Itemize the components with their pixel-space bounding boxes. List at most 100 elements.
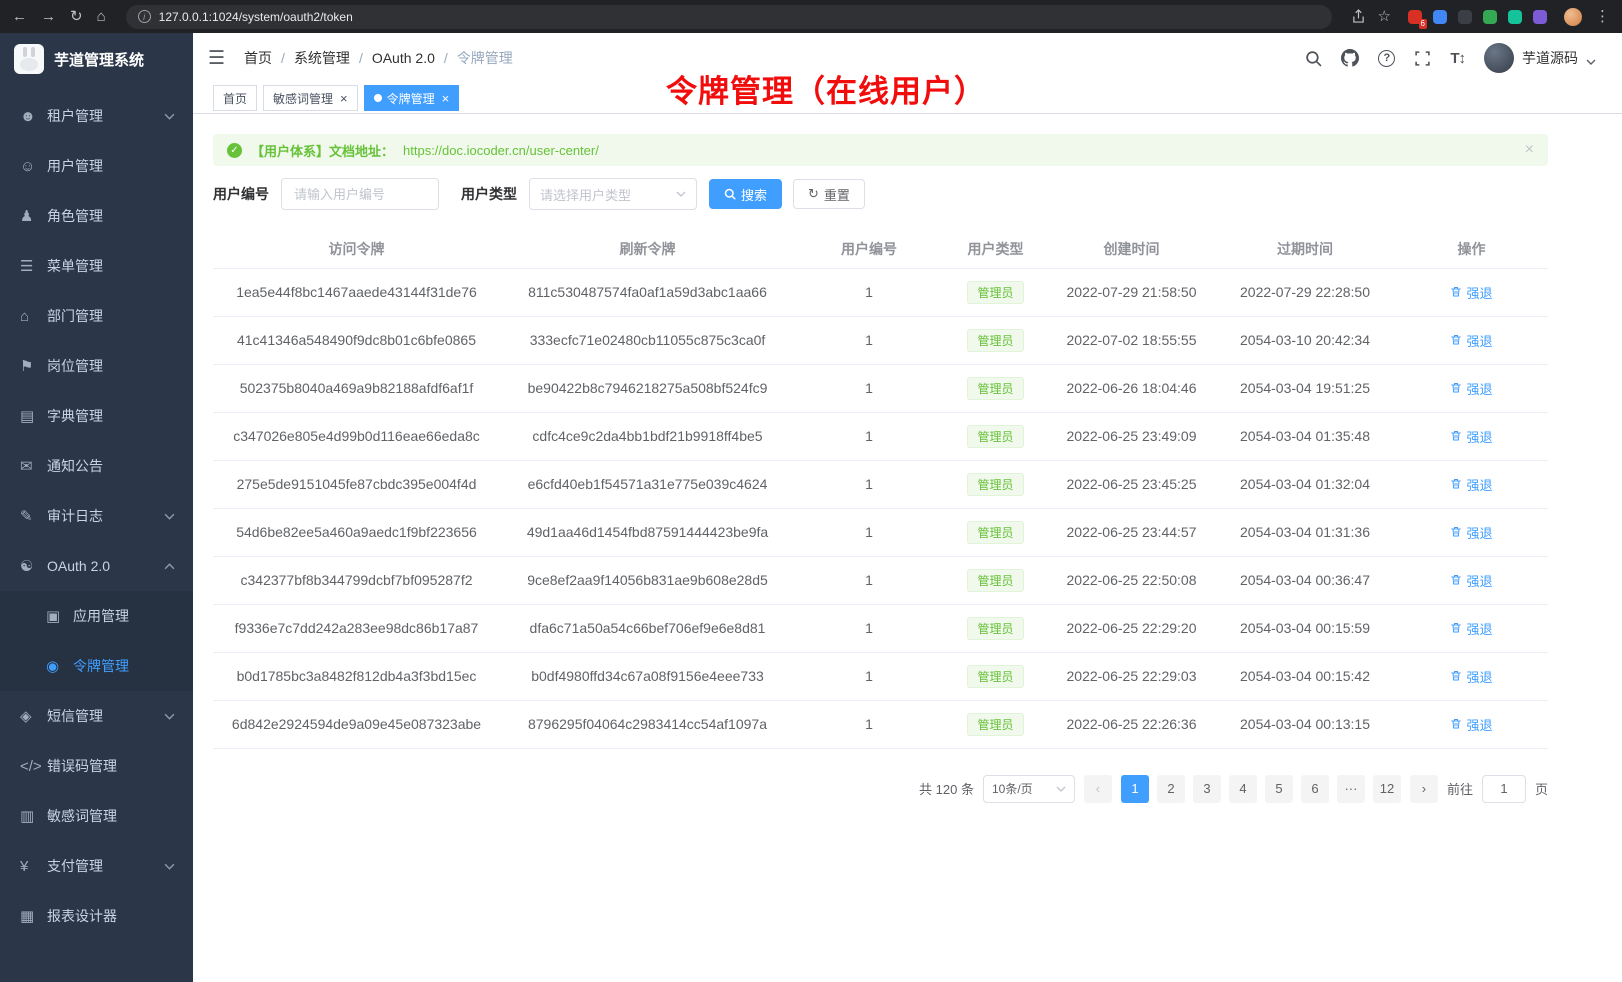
sidebar-collapse-icon[interactable]: ☰ [208,47,225,70]
sidebar-item-sensitive[interactable]: ▥ 敏感词管理 [0,791,193,841]
fullscreen-icon[interactable] [1414,50,1431,67]
create-time-cell: 2022-06-25 22:29:20 [1048,604,1215,652]
expire-time-cell: 2054-03-04 01:32:04 [1215,460,1395,508]
sidebar-item-tenant[interactable]: ☻ 租户管理 [0,91,193,141]
sidebar-item-audit[interactable]: ✎ 审计日志 [0,491,193,541]
force-logout-button[interactable]: 强退 [1450,283,1492,302]
browser-profile-avatar[interactable] [1564,8,1582,26]
pager-page-3[interactable]: 3 [1193,775,1221,803]
tab-close-icon[interactable]: × [340,91,348,106]
sidebar-item-sms[interactable]: ◈ 短信管理 [0,691,193,741]
goto-input[interactable] [1482,775,1526,803]
tab-home[interactable]: 首页 [213,85,257,111]
pager-page-12[interactable]: 12 [1373,775,1401,803]
force-logout-button[interactable]: 强退 [1450,427,1492,446]
breadcrumb-item[interactable]: 系统管理 / [294,48,372,68]
user-type-badge: 管理员 [967,425,1023,448]
reload-icon[interactable]: ↻ [70,9,83,24]
site-info-icon[interactable]: i [138,10,151,23]
font-size-icon[interactable]: T↕ [1450,50,1465,67]
extension-blue-icon[interactable] [1433,10,1447,24]
share-icon[interactable] [1352,9,1365,24]
user-type-select[interactable]: 请选择用户类型 [529,178,697,210]
page-size-select[interactable]: 10条/页 [983,775,1075,803]
goto-label: 前往 [1447,779,1473,798]
user-type-badge: 管理员 [967,617,1023,640]
pager-page-5[interactable]: 5 [1265,775,1293,803]
alert-close-icon[interactable]: × [1525,141,1534,159]
url-bar[interactable]: i 127.0.0.1:1024/system/oauth2/token [126,5,1332,29]
sidebar-item-errcode[interactable]: </> 错误码管理 [0,741,193,791]
extension-red-icon[interactable]: 6 [1408,10,1422,24]
sidebar-item-oauth-token[interactable]: ◉ 令牌管理 [0,641,193,691]
refresh-icon: ↻ [808,186,819,202]
help-icon[interactable]: ? [1378,50,1395,67]
sidebar-item-oauth[interactable]: ☯ OAuth 2.0 [0,541,193,591]
column-header: 创建时间 [1048,230,1215,268]
pager-next[interactable]: › [1410,775,1438,803]
force-logout-button[interactable]: 强退 [1450,475,1492,494]
search-button[interactable]: 搜索 [709,179,782,209]
force-logout-button[interactable]: 强退 [1450,571,1492,590]
sidebar-item-pay[interactable]: ¥ 支付管理 [0,841,193,891]
force-logout-button[interactable]: 强退 [1450,331,1492,350]
reset-button[interactable]: ↻ 重置 [793,179,865,209]
pager-page-1[interactable]: 1 [1121,775,1149,803]
sidebar-item-role[interactable]: ♟ 角色管理 [0,191,193,241]
user-id-input[interactable] [281,178,439,210]
pager-prev[interactable]: ‹ [1084,775,1112,803]
sidebar-item-post[interactable]: ⚑ 岗位管理 [0,341,193,391]
tab-sensitive-word[interactable]: 敏感词管理 × [263,85,358,111]
tab-close-icon[interactable]: × [442,91,450,106]
bookmark-star-icon[interactable]: ☆ [1378,9,1391,24]
forward-icon[interactable]: → [41,9,56,24]
force-logout-button[interactable]: 强退 [1450,379,1492,398]
filter-form: 用户编号 用户类型 请选择用户类型 搜索 ↻ 重置 [213,178,1548,210]
action-cell: 强退 [1395,604,1548,652]
user-type-badge: 管理员 [967,665,1023,688]
user-type-badge: 管理员 [967,281,1023,304]
sidebar-item-notice[interactable]: ✉ 通知公告 [0,441,193,491]
user-type-badge: 管理员 [967,473,1023,496]
pager-page-6[interactable]: 6 [1301,775,1329,803]
tab-token[interactable]: 令牌管理 × [364,85,460,111]
tenant-icon: ☻ [20,108,47,125]
breadcrumb-item[interactable]: 首页 / [244,48,294,68]
pager-ellipsis[interactable]: ··· [1337,775,1365,803]
access-token-cell: 54d6be82ee5a460a9aedc1f9bf223656 [213,508,500,556]
pager-page-4[interactable]: 4 [1229,775,1257,803]
force-logout-button[interactable]: 强退 [1450,667,1492,686]
force-logout-button[interactable]: 强退 [1450,715,1492,734]
home-icon[interactable]: ⌂ [97,9,106,24]
back-icon[interactable]: ← [12,9,27,24]
extension-green-icon[interactable] [1483,10,1497,24]
user-menu[interactable]: 芋道源码 [1484,43,1596,73]
force-logout-button[interactable]: 强退 [1450,523,1492,542]
extension-dark-icon[interactable] [1458,10,1472,24]
app-logo[interactable]: 芋道管理系统 [0,33,193,85]
column-header: 访问令牌 [213,230,500,268]
breadcrumb-item[interactable]: OAuth 2.0 / [372,50,457,66]
total-count: 共 120 条 [919,779,974,798]
pager-page-2[interactable]: 2 [1157,775,1185,803]
browser-menu-icon[interactable]: ⋮ [1595,9,1610,24]
sidebar-item-report[interactable]: ▦ 报表设计器 [0,891,193,941]
force-logout-button[interactable]: 强退 [1450,619,1492,638]
sidebar-item-menu[interactable]: ☰ 菜单管理 [0,241,193,291]
github-icon[interactable] [1341,49,1359,67]
doc-link[interactable]: https://doc.iocoder.cn/user-center/ [403,143,599,158]
breadcrumb-item[interactable]: 令牌管理 [457,48,513,68]
sidebar-item-user[interactable]: ☺ 用户管理 [0,141,193,191]
create-time-cell: 2022-06-25 23:49:09 [1048,412,1215,460]
sidebar-item-dict[interactable]: ▤ 字典管理 [0,391,193,441]
extension-purple-icon[interactable] [1533,10,1547,24]
sidebar-item-oauth-app[interactable]: ▣ 应用管理 [0,591,193,641]
sidebar-item-dept[interactable]: ⌂ 部门管理 [0,291,193,341]
expire-time-cell: 2054-03-10 20:42:34 [1215,316,1395,364]
search-icon[interactable] [1305,50,1322,67]
extension-teal-icon[interactable] [1508,10,1522,24]
action-cell: 强退 [1395,364,1548,412]
user-type-cell: 管理员 [943,316,1048,364]
user-type-cell: 管理员 [943,364,1048,412]
breadcrumb: 首页 / 系统管理 / OAuth 2.0 / 令牌管理 [244,48,513,68]
